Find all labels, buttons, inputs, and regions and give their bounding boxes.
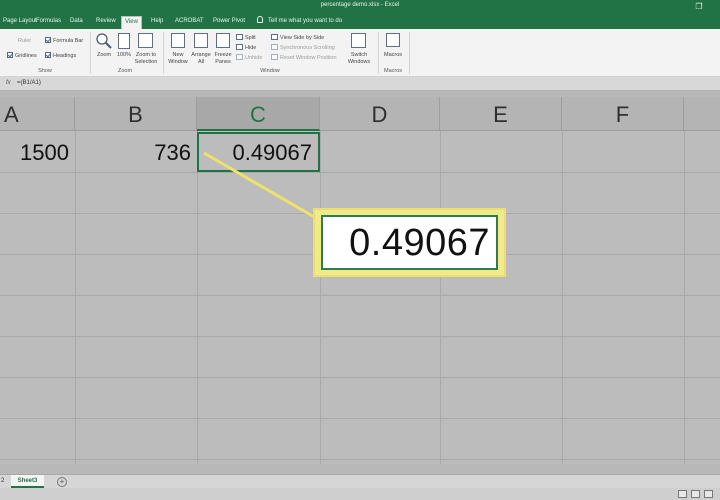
sheet-tab-bar: 2 Sheet3 + — [0, 474, 720, 488]
callout-box: 0.49067 — [313, 208, 506, 277]
page-break-view-icon[interactable] — [704, 490, 713, 498]
sheet-tab-sheet3[interactable]: Sheet3 — [11, 475, 44, 488]
status-bar — [0, 488, 720, 500]
callout-value: 0.49067 — [321, 215, 498, 270]
normal-view-icon[interactable] — [678, 490, 687, 498]
excel-window: percentage demo.xlsx - Excel ❐ Page Layo… — [0, 0, 720, 500]
sheet-tab-prefix[interactable]: 2 — [1, 478, 4, 484]
page-layout-view-icon[interactable] — [691, 490, 700, 498]
add-sheet-icon[interactable]: + — [57, 477, 67, 487]
